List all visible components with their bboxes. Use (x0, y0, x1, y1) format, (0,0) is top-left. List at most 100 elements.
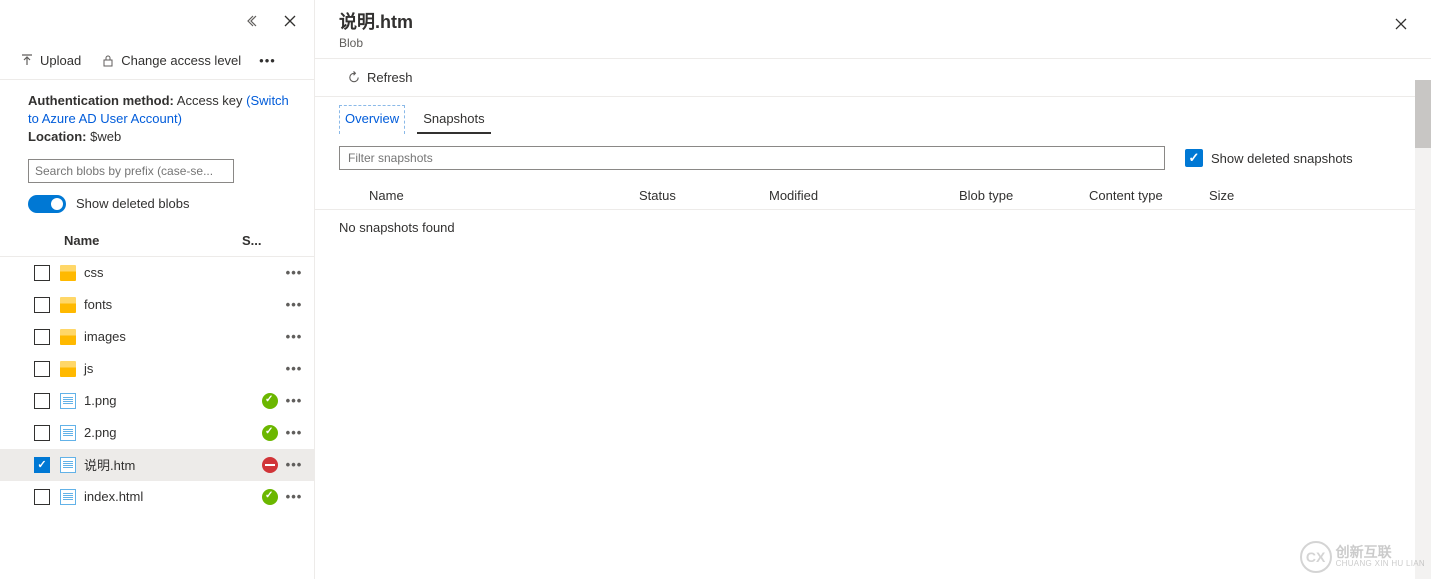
file-icon (60, 489, 76, 505)
list-item[interactable]: css ••• (0, 257, 314, 289)
auth-method-label: Authentication method: (28, 93, 174, 108)
detail-header: 说明.htm Blob (315, 0, 1431, 59)
blob-list-panel: Upload Change access level ••• Authentic… (0, 0, 315, 579)
status-ok-icon (262, 489, 278, 505)
status-ok-icon (262, 393, 278, 409)
auth-info: Authentication method: Access key (Switc… (0, 80, 314, 155)
filter-row: Show deleted snapshots (315, 134, 1431, 182)
panel-header (0, 0, 314, 42)
list-item[interactable]: 2.png ••• (0, 417, 314, 449)
ellipsis-icon: ••• (259, 53, 276, 68)
location-label: Location: (28, 129, 87, 144)
file-name: images (84, 329, 282, 344)
show-deleted-toggle[interactable] (28, 195, 66, 213)
toggle-row: Show deleted blobs (0, 193, 314, 225)
list-item[interactable]: fonts ••• (0, 289, 314, 321)
row-checkbox[interactable] (34, 457, 50, 473)
row-more-icon[interactable]: ••• (282, 361, 306, 376)
blob-detail-panel: 说明.htm Blob Refresh Overview Snapshots S… (315, 0, 1431, 579)
detail-toolbar: Refresh (315, 59, 1431, 97)
row-more-icon[interactable]: ••• (282, 393, 306, 408)
close-icon[interactable] (1385, 8, 1417, 40)
col-size[interactable]: Size (1209, 188, 1269, 203)
close-icon[interactable] (274, 5, 306, 37)
col-name[interactable]: Name (339, 188, 639, 203)
page-title: 说明.htm (339, 8, 1387, 34)
watermark-cn: 创新互联 (1336, 545, 1425, 560)
folder-icon (60, 265, 76, 281)
list-item[interactable]: 说明.htm ••• (0, 449, 314, 481)
row-more-icon[interactable]: ••• (282, 265, 306, 280)
col-status[interactable]: S... (242, 233, 286, 248)
watermark-py: CHUANG XIN HU LIAN (1336, 560, 1425, 569)
row-checkbox[interactable] (34, 361, 50, 377)
file-name: 1.png (84, 393, 262, 408)
snapshot-table-header: Name Status Modified Blob type Content t… (315, 182, 1431, 210)
show-deleted-checkbox[interactable] (1185, 149, 1203, 167)
upload-label: Upload (40, 53, 81, 68)
change-access-button[interactable]: Change access level (93, 49, 249, 72)
scrollbar-thumb[interactable] (1415, 80, 1431, 148)
refresh-button[interactable]: Refresh (339, 66, 421, 89)
status-blocked-icon (262, 457, 278, 473)
refresh-icon (347, 71, 361, 85)
watermark-logo: CX (1300, 541, 1332, 573)
tab-overview[interactable]: Overview (339, 105, 405, 134)
file-name: css (84, 265, 282, 280)
list-item[interactable]: index.html ••• (0, 481, 314, 513)
tab-snapshots[interactable]: Snapshots (417, 105, 490, 134)
status-ok-icon (262, 425, 278, 441)
col-name[interactable]: Name (28, 233, 242, 248)
location-value: $web (90, 129, 121, 144)
show-deleted-snapshots-row: Show deleted snapshots (1185, 149, 1353, 167)
row-checkbox[interactable] (34, 425, 50, 441)
upload-icon (20, 54, 34, 68)
page-subtitle: Blob (339, 36, 1387, 50)
left-toolbar: Upload Change access level ••• (0, 42, 314, 80)
row-checkbox[interactable] (34, 489, 50, 505)
scrollbar[interactable] (1415, 80, 1431, 579)
file-icon (60, 425, 76, 441)
row-more-icon[interactable]: ••• (282, 425, 306, 440)
row-checkbox[interactable] (34, 265, 50, 281)
filter-snapshots-input[interactable] (339, 146, 1165, 170)
file-name: index.html (84, 489, 262, 504)
folder-icon (60, 297, 76, 313)
row-checkbox[interactable] (34, 393, 50, 409)
list-item[interactable]: js ••• (0, 353, 314, 385)
list-header: Name S... (0, 225, 314, 257)
row-checkbox[interactable] (34, 329, 50, 345)
row-more-icon[interactable]: ••• (282, 489, 306, 504)
refresh-label: Refresh (367, 70, 413, 85)
more-button[interactable]: ••• (253, 49, 282, 72)
toggle-label: Show deleted blobs (76, 196, 189, 211)
row-checkbox[interactable] (34, 297, 50, 313)
row-more-icon[interactable]: ••• (282, 329, 306, 344)
file-icon (60, 457, 76, 473)
col-blobtype[interactable]: Blob type (959, 188, 1089, 203)
file-list: css ••• fonts ••• images ••• js ••• 1.pn… (0, 257, 314, 513)
auth-method-value: Access key (177, 93, 243, 108)
lock-icon (101, 54, 115, 68)
list-item[interactable]: 1.png ••• (0, 385, 314, 417)
row-more-icon[interactable]: ••• (282, 457, 306, 472)
file-name: 说明.htm (84, 455, 262, 474)
collapse-icon[interactable] (238, 5, 270, 37)
col-status[interactable]: Status (639, 188, 769, 203)
folder-icon (60, 329, 76, 345)
list-item[interactable]: images ••• (0, 321, 314, 353)
file-name: 2.png (84, 425, 262, 440)
empty-message: No snapshots found (315, 210, 1431, 245)
file-name: js (84, 361, 282, 376)
col-modified[interactable]: Modified (769, 188, 959, 203)
show-deleted-label: Show deleted snapshots (1211, 151, 1353, 166)
row-more-icon[interactable]: ••• (282, 297, 306, 312)
file-icon (60, 393, 76, 409)
tabs: Overview Snapshots (315, 97, 1431, 134)
col-contenttype[interactable]: Content type (1089, 188, 1209, 203)
file-name: fonts (84, 297, 282, 312)
change-access-label: Change access level (121, 53, 241, 68)
search-input[interactable] (28, 159, 234, 183)
upload-button[interactable]: Upload (12, 49, 89, 72)
watermark: CX 创新互联 CHUANG XIN HU LIAN (1300, 541, 1425, 573)
